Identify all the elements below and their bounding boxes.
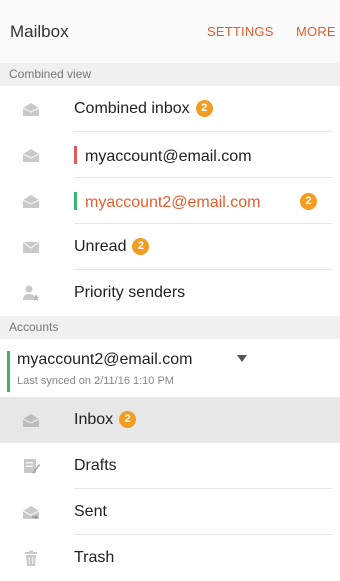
envelope-open-icon <box>22 149 40 162</box>
page-title: Mailbox <box>10 22 69 41</box>
account-address-label: myaccount@email.com <box>85 148 252 165</box>
unread-count-badge: 2 <box>195 100 213 117</box>
combined-inbox-label: Combined inbox <box>74 100 190 117</box>
app-header: Mailbox SETTINGS MORE <box>0 0 340 63</box>
more-button[interactable]: MORE <box>296 24 336 39</box>
folder-item-sent[interactable]: Sent <box>0 489 340 535</box>
folder-label: Drafts <box>74 457 117 474</box>
folder-label: Sent <box>74 503 107 520</box>
envelope-open-icon <box>22 195 40 208</box>
folder-label: Trash <box>74 549 115 566</box>
sent-icon <box>22 506 40 519</box>
inbox-icon <box>22 414 40 427</box>
folder-item-inbox[interactable]: Inbox 2 <box>0 397 340 443</box>
envelope-open-icon <box>22 103 40 116</box>
envelope-closed-icon <box>22 241 40 253</box>
account-item-myaccount2[interactable]: myaccount2@email.com 2 <box>0 178 340 224</box>
account-item-myaccount[interactable]: myaccount@email.com <box>0 132 340 178</box>
unread-count-badge: 2 <box>132 238 150 255</box>
account-address: myaccount2@email.com <box>17 351 193 368</box>
section-accounts: Accounts <box>0 316 340 339</box>
combined-inbox-item[interactable]: Combined inbox 2 <box>0 86 340 132</box>
unread-count-badge: 2 <box>119 411 137 428</box>
section-combined-view: Combined view <box>0 63 340 86</box>
folder-item-drafts[interactable]: Drafts <box>0 443 340 489</box>
folder-item-trash[interactable]: Trash <box>0 535 340 581</box>
unread-count-badge: 2 <box>300 193 317 210</box>
priority-senders-item[interactable]: Priority senders <box>0 270 340 316</box>
priority-senders-label: Priority senders <box>74 284 186 301</box>
last-synced-text: Last synced on 2/11/16 1:10 PM <box>17 375 174 387</box>
drafts-icon <box>24 459 40 474</box>
account-selector[interactable]: myaccount2@email.com Last synced on 2/11… <box>0 339 340 397</box>
settings-button[interactable]: SETTINGS <box>207 24 274 39</box>
person-star-icon <box>23 285 40 301</box>
account-color-bar <box>74 192 77 210</box>
trash-icon <box>25 550 37 566</box>
folder-label: Inbox <box>74 411 114 428</box>
account-color-bar <box>74 146 77 164</box>
unread-label: Unread <box>74 238 127 255</box>
chevron-down-icon[interactable] <box>237 355 247 362</box>
account-address-label: myaccount2@email.com <box>85 194 261 211</box>
account-color-bar <box>7 351 10 392</box>
unread-item[interactable]: Unread 2 <box>0 224 340 270</box>
